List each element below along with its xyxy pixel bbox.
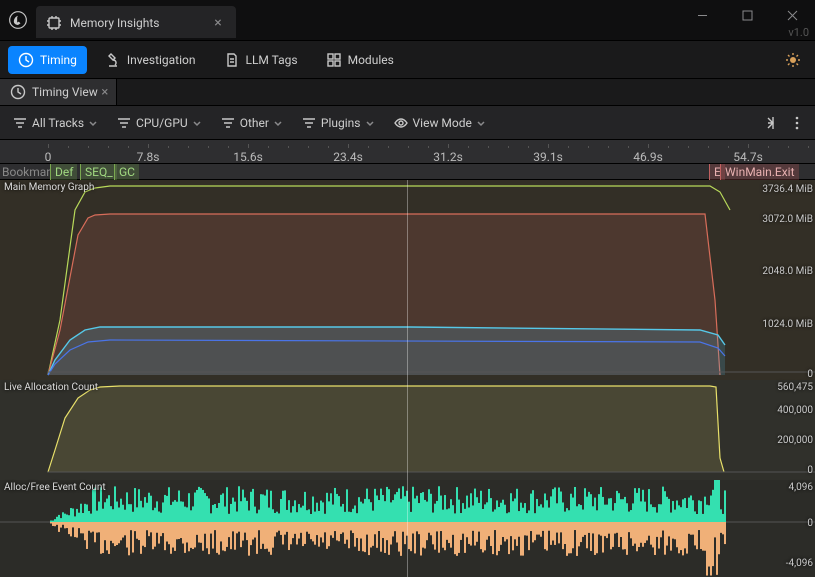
chevron-down-icon xyxy=(192,118,202,128)
memory-chip-icon xyxy=(46,15,62,31)
ruler-tick xyxy=(748,144,749,148)
modules-icon xyxy=(326,52,342,68)
filter-other[interactable]: Other xyxy=(214,111,289,135)
time-ruler[interactable]: 0 7.8s 15.6s 23.4s 31.2s 39.1s 46.9s 54.7s xyxy=(0,140,815,164)
y-axis-label: 3736.4 MiB xyxy=(762,184,813,195)
track-title: Live Allocation Count xyxy=(4,382,98,393)
more-options-button[interactable] xyxy=(785,111,809,135)
filter-all-tracks-label: All Tracks xyxy=(32,116,84,130)
microscope-icon xyxy=(105,52,121,68)
unreal-logo-icon xyxy=(0,0,36,40)
chevron-down-icon xyxy=(88,118,98,128)
bookmark-winmain-exit[interactable]: WinMain.Exit xyxy=(720,164,799,180)
filter-plugins-label: Plugins xyxy=(321,116,361,130)
ruler-tick-label: 15.6s xyxy=(233,150,263,164)
bookmark-def[interactable]: Def xyxy=(50,164,77,180)
eye-icon xyxy=(393,115,409,131)
y-axis-label: 200,000 xyxy=(777,435,813,446)
ruler-tick-label: 7.8s xyxy=(137,150,160,164)
filter-cpu-gpu-label: CPU/GPU xyxy=(136,116,188,130)
y-axis-label: 3072.0 MiB xyxy=(762,214,813,225)
other-filter-icon xyxy=(220,115,236,131)
y-axis-label: 2048.0 MiB xyxy=(762,266,813,277)
tab-investigation-label: Investigation xyxy=(127,53,196,67)
doc-tab-timing-view[interactable]: Timing View × xyxy=(0,79,117,105)
document-tab-row: Timing View × xyxy=(0,78,815,106)
filter-other-label: Other xyxy=(240,116,269,130)
tab-timing-label: Timing xyxy=(40,53,77,67)
close-doc-tab-icon[interactable]: × xyxy=(98,85,112,100)
ruler-tick-label: 54.7s xyxy=(733,150,763,164)
y-axis-label: -4,096 xyxy=(786,558,813,569)
track-title: Main Memory Graph xyxy=(4,182,94,193)
version-label: v1.0 xyxy=(788,26,809,39)
ruler-tick xyxy=(548,144,549,148)
filter-view-mode-label: View Mode xyxy=(413,116,472,130)
filter-plugins[interactable]: Plugins xyxy=(295,111,381,135)
filter-cpu-gpu[interactable]: CPU/GPU xyxy=(110,111,208,135)
bookmark-gc[interactable]: GC xyxy=(114,164,139,180)
timing-graphs-viewport[interactable]: Main Memory Graph 3736.4 MiB 3072.0 MiB 20… xyxy=(0,180,815,577)
ruler-tick xyxy=(248,144,249,148)
y-axis-label: 0 xyxy=(807,518,813,529)
y-axis-label: 400,000 xyxy=(777,405,813,416)
ruler-tick-label: 23.4s xyxy=(333,150,363,164)
filter-bar: All Tracks CPU/GPU Other Plugins View Mo… xyxy=(0,106,815,140)
main-toolbar: Timing Investigation LLM Tags Modules xyxy=(0,40,815,78)
bookmarks-track-label: Bookmar xyxy=(2,165,50,179)
time-cursor[interactable] xyxy=(407,180,408,577)
doc-tab-label: Timing View xyxy=(32,85,98,99)
minimize-button[interactable] xyxy=(680,0,725,30)
bookmarks-track[interactable]: Bookmar DefSEQ_GCEWinMain.Exit xyxy=(0,164,815,180)
tab-timing[interactable]: Timing xyxy=(8,46,87,74)
tab-investigation[interactable]: Investigation xyxy=(95,46,206,74)
tracks-filter-icon xyxy=(12,115,28,131)
tab-llm-tags-label: LLM Tags xyxy=(246,53,298,67)
maximize-button[interactable] xyxy=(725,0,770,30)
window-tab-label: Memory Insights xyxy=(70,16,160,30)
chevron-down-icon xyxy=(365,118,375,128)
tab-llm-tags[interactable]: LLM Tags xyxy=(214,46,308,74)
ruler-tick-label: 39.1s xyxy=(533,150,563,164)
ruler-tick-label: 31.2s xyxy=(433,150,463,164)
chevron-down-icon xyxy=(273,118,283,128)
tab-modules[interactable]: Modules xyxy=(316,46,404,74)
title-bar: Memory Insights × v1.0 xyxy=(0,0,815,40)
filter-all-tracks[interactable]: All Tracks xyxy=(6,111,104,135)
ruler-tick xyxy=(148,144,149,148)
chevron-down-icon xyxy=(476,118,486,128)
y-axis-label: 4,096 xyxy=(789,482,813,493)
cpu-filter-icon xyxy=(116,115,132,131)
y-axis-label: 1024.0 MiB xyxy=(762,319,813,330)
ruler-tick xyxy=(48,144,49,148)
plugins-filter-icon xyxy=(301,115,317,131)
tag-document-icon xyxy=(224,52,240,68)
bookmark-seq-[interactable]: SEQ_ xyxy=(80,164,117,180)
filter-view-mode[interactable]: View Mode xyxy=(387,111,492,135)
tab-modules-label: Modules xyxy=(348,53,394,67)
window-tab-memory-insights[interactable]: Memory Insights × xyxy=(36,6,236,38)
clock-icon xyxy=(18,52,34,68)
dock-right-button[interactable] xyxy=(755,111,779,135)
track-title: Alloc/Free Event Count xyxy=(4,482,106,493)
ruler-tick xyxy=(348,144,349,148)
ruler-tick-label: 0 xyxy=(45,150,52,164)
y-axis-label: 0 xyxy=(807,369,813,380)
sun-icon xyxy=(785,52,801,68)
ruler-tick-label: 46.9s xyxy=(633,150,663,164)
ruler-tick xyxy=(448,144,449,148)
clock-icon xyxy=(10,84,26,100)
y-axis-label: 0 xyxy=(807,465,813,476)
theme-toggle-button[interactable] xyxy=(779,46,807,74)
close-tab-icon[interactable]: × xyxy=(210,15,226,31)
ruler-tick xyxy=(648,144,649,148)
y-axis-label: 560,475 xyxy=(777,382,813,393)
